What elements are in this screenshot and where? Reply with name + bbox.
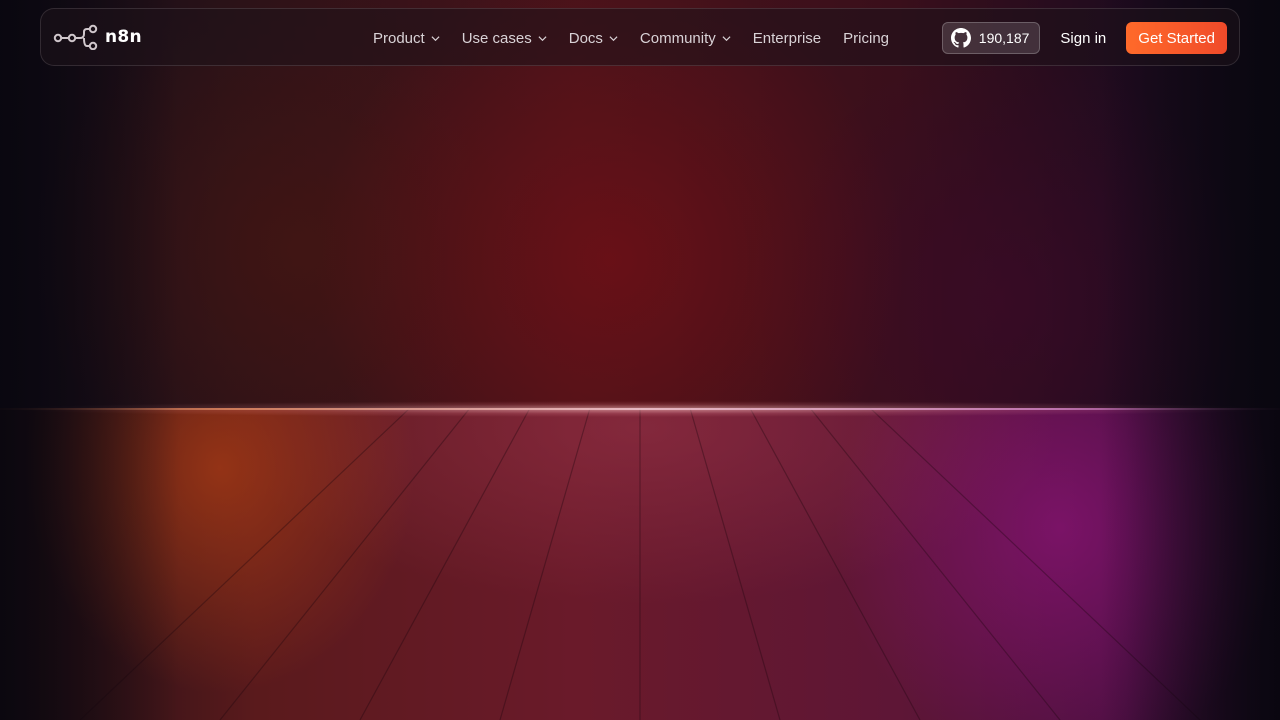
github-icon	[950, 28, 971, 48]
nav-item-label: Community	[639, 29, 716, 47]
floor-grid	[79, 408, 1201, 720]
nav-item-community[interactable]: Community	[640, 30, 731, 47]
side-vignette	[0, 0, 1280, 720]
nav-item-label: Product	[373, 29, 425, 47]
chevron-down-icon	[722, 35, 731, 41]
nav-item-product[interactable]: Product	[373, 30, 440, 47]
top-navbar: n8n Product Use cases Docs Community Ent…	[40, 8, 1240, 66]
horizon-glow	[0, 398, 1280, 420]
brand-name: n8n	[105, 27, 142, 47]
n8n-logo-icon	[53, 24, 98, 50]
nav-item-label: Enterprise	[752, 29, 822, 47]
backdrop-floor	[0, 408, 1280, 720]
nav-item-pricing[interactable]: Pricing	[843, 30, 889, 47]
github-stars-button[interactable]: 190,187	[941, 22, 1041, 54]
nav-item-enterprise[interactable]: Enterprise	[753, 30, 821, 47]
nav-menu: Product Use cases Docs Community Enterpr…	[373, 9, 911, 67]
get-started-button[interactable]: Get Started	[1126, 22, 1227, 54]
github-stars-count: 190,187	[978, 30, 1030, 46]
chevron-down-icon	[538, 35, 547, 41]
brand-logo[interactable]: n8n	[53, 24, 142, 50]
hero-backdrop	[0, 0, 1280, 720]
nav-item-use-cases[interactable]: Use cases	[462, 30, 547, 47]
nav-item-label: Pricing	[843, 29, 890, 47]
chevron-down-icon	[431, 35, 440, 41]
nav-item-label: Use cases	[461, 29, 532, 47]
nav-item-docs[interactable]: Docs	[569, 30, 618, 47]
nav-item-label: Docs	[568, 29, 603, 47]
chevron-down-icon	[609, 35, 618, 41]
page: n8n Product Use cases Docs Community Ent…	[0, 0, 1280, 720]
horizon-line	[0, 408, 1280, 410]
nav-actions: 190,187 Sign in Get Started	[941, 9, 1227, 67]
sign-in-link[interactable]: Sign in	[1060, 30, 1106, 47]
